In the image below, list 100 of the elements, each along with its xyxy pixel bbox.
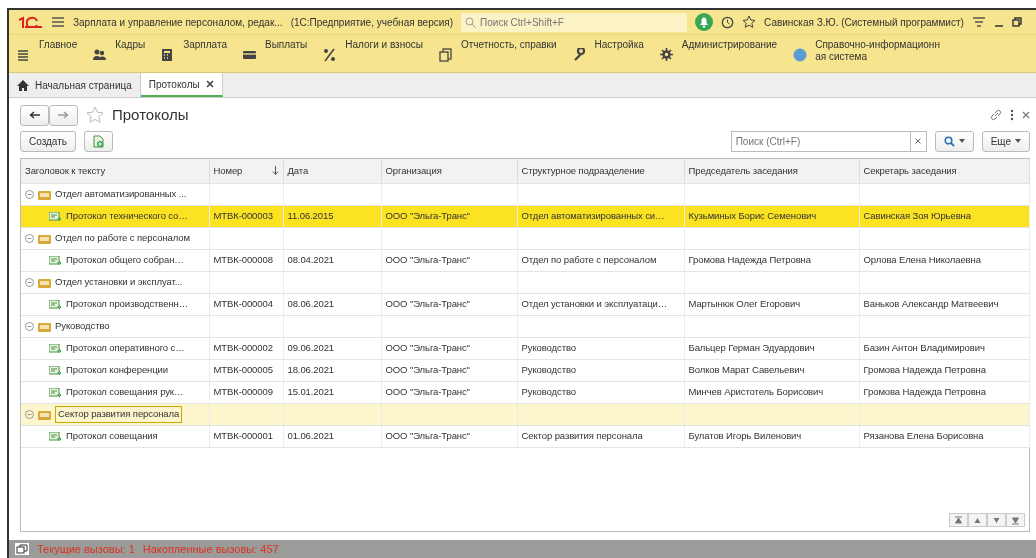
table-cell: ООО "Эльга-Транс" [381, 359, 517, 382]
table-cell: Руководство [517, 359, 684, 382]
table-cell: Савинская Зоя Юрьевна [859, 205, 1029, 228]
table-cell: МТВК-000004 [209, 293, 283, 316]
bell-icon[interactable] [695, 13, 714, 31]
table-cell: Громова Надежда Петровна [684, 249, 859, 272]
table-cell: Орлова Елена Николаевна [859, 249, 1029, 272]
column-header[interactable]: Номер [209, 158, 283, 184]
section-link[interactable]: Выплаты [243, 39, 308, 68]
people-icon [93, 48, 108, 62]
column-header[interactable]: Председатель заседания [684, 158, 859, 184]
close-icon[interactable] [1022, 111, 1030, 120]
section-link[interactable]: Отчетность, справки [438, 39, 557, 68]
group-label[interactable]: Отдел установки и эксплуат... [55, 275, 183, 290]
more-icon[interactable] [1010, 109, 1014, 122]
group-label[interactable]: Отдел автоматизированных ... [55, 187, 187, 202]
table-cell: ООО "Эльга-Транс" [381, 381, 517, 404]
section-link[interactable]: Налоги и взносы [323, 39, 423, 68]
scroll-button[interactable] [1006, 513, 1025, 527]
window-title: Зарплата и управление персоналом, редак... [73, 15, 283, 30]
back-button[interactable] [20, 104, 49, 126]
search-field[interactable]: Поиск (Ctrl+F) [730, 130, 910, 152]
restore-icon[interactable] [1011, 17, 1022, 27]
table-cell: Бальцер Герман Эдуардович [684, 337, 859, 360]
table-cell: 08.04.2021 [283, 249, 381, 272]
link-icon[interactable] [990, 109, 1002, 122]
scroll-button[interactable] [987, 513, 1006, 527]
table-cell: МТВК-000009 [209, 381, 283, 404]
close-icon[interactable] [205, 80, 214, 88]
table-cell: Протокол общего собран… [66, 253, 184, 268]
table-cell: 08.06.2021 [283, 293, 381, 316]
create-button[interactable]: Создать [20, 130, 76, 152]
collapse-icon[interactable] [25, 322, 34, 331]
document-icon [49, 431, 62, 442]
tab-label: Протоколы [148, 77, 200, 92]
group-label[interactable]: Сектор развития персонала [55, 406, 183, 423]
wallet-icon [243, 48, 257, 62]
column-header[interactable]: Секретарь заседания [859, 158, 1029, 184]
column-header[interactable]: Дата [283, 158, 381, 184]
folder-icon [38, 233, 51, 244]
table-cell: ООО "Эльга-Транс" [381, 293, 517, 316]
forward-arrow-icon [58, 111, 69, 120]
table-cell: МТВК-000002 [209, 337, 283, 360]
column-header[interactable]: Заголовок к тексту [21, 158, 209, 184]
table-cell: Рязанова Елена Борисовна [859, 425, 1029, 448]
tab-label: Начальная страница [35, 78, 132, 93]
collapse-icon[interactable] [25, 190, 34, 199]
table-cell: ООО "Эльга-Транс" [381, 249, 517, 272]
table-cell: Волков Марат Савельевич [684, 359, 859, 382]
table-cell: ООО "Эльга-Транс" [381, 205, 517, 228]
section-link[interactable]: Зарплата [161, 39, 227, 68]
scroll-button[interactable] [968, 513, 987, 527]
table-cell: Кузьминых Борис Семенович [684, 205, 859, 228]
windows-icon[interactable] [15, 543, 29, 555]
clear-button[interactable] [909, 130, 927, 152]
collapse-icon[interactable] [25, 410, 34, 419]
group-label[interactable]: Отдел по работе с персоналом [55, 231, 190, 246]
collapse-icon[interactable] [25, 278, 34, 287]
column-header[interactable]: Структурное подразделение [517, 158, 684, 184]
history-icon[interactable] [721, 15, 735, 29]
add-document-button[interactable] [84, 130, 113, 152]
table-cell: 09.06.2021 [283, 337, 381, 360]
section-link[interactable]: Администрирование [659, 39, 778, 68]
table-cell: Протокол оперативного с… [66, 341, 185, 356]
document-icon [49, 255, 62, 266]
document-add-icon [93, 134, 104, 148]
section-link[interactable]: Справочно-информационная система [793, 39, 944, 68]
table-cell: Отдел по работе с персоналом [517, 249, 684, 272]
wrench-icon [572, 48, 587, 62]
table-cell: ООО "Эльга-Транс" [381, 425, 517, 448]
section-link[interactable]: Настройка [572, 39, 644, 68]
group-label[interactable]: Руководство [55, 319, 110, 334]
search-field[interactable]: Поиск Ctrl+Shift+F [461, 12, 688, 32]
section-link[interactable]: Кадры [93, 39, 146, 68]
menu-icon[interactable] [51, 16, 65, 28]
folder-icon [38, 321, 51, 332]
table-cell: Базин Антон Владимирович [859, 337, 1029, 360]
scroll-button[interactable] [949, 513, 968, 527]
menu-icon [17, 48, 31, 62]
star-icon[interactable] [742, 15, 757, 29]
table-cell: 01.06.2021 [283, 425, 381, 448]
table-cell: Громова Надежда Петровна [859, 381, 1029, 404]
table-cell: Сектор развития персонала [517, 425, 684, 448]
user-name[interactable]: Савинская З.Ю. (Системный программист) [764, 14, 964, 30]
document-icon [49, 387, 62, 398]
search-button[interactable] [934, 130, 974, 152]
search-icon [465, 16, 477, 28]
column-header[interactable]: Организация [381, 158, 517, 184]
table-cell: МТВК-000001 [209, 425, 283, 448]
document-icon [49, 299, 62, 310]
tab[interactable]: Протоколы [140, 73, 223, 97]
table-cell: Отдел установки и эксплуатаци… [517, 293, 684, 316]
more-button[interactable]: Еще [981, 130, 1030, 152]
settings-menu-icon[interactable] [971, 16, 986, 28]
table-cell: Минчев Аристотель Борисович [684, 381, 859, 404]
section-link[interactable]: Главное [17, 39, 78, 68]
star-icon[interactable] [86, 106, 104, 125]
collapse-icon[interactable] [25, 234, 34, 243]
logo-icon[interactable] [17, 16, 43, 28]
home-icon [17, 79, 29, 91]
